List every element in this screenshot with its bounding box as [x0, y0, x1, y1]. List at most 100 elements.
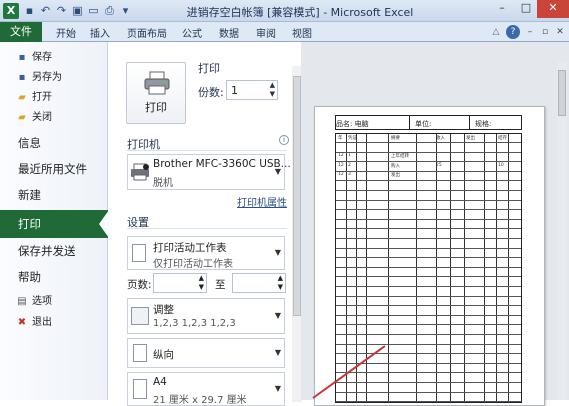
tab-view[interactable]: 视图: [292, 25, 312, 40]
paper-main: A4: [153, 376, 167, 388]
divider: [469, 115, 470, 130]
info-icon[interactable]: i: [279, 135, 289, 145]
printer-name: Brother MFC-3360C USB...: [153, 158, 291, 170]
chevron-down-icon: ▼: [274, 248, 281, 257]
menu-recent[interactable]: 最近所用文件: [0, 158, 108, 180]
paper-icon: [133, 379, 147, 399]
menu-save[interactable]: ▪ 保存: [0, 48, 108, 68]
print-scope-dropdown[interactable]: 打印活动工作表 仅打印活动工作表 ▼: [127, 236, 285, 270]
grid-hline: [336, 209, 521, 211]
tab-data[interactable]: 数据: [219, 25, 239, 40]
menu-close[interactable]: ▰ 关闭: [0, 108, 108, 128]
workbook-restore-icon[interactable]: ▫: [538, 25, 552, 39]
save-icon: ▪: [18, 52, 26, 63]
scrollbar-thumb[interactable]: [558, 70, 566, 116]
paper-size-dropdown[interactable]: A4 21 厘米 x 29.7 厘米 ▼: [127, 372, 285, 406]
grid-hline: [336, 180, 521, 182]
menu-open-label: 打开: [32, 92, 52, 103]
undo-icon[interactable]: ↶: [38, 3, 53, 18]
tab-review[interactable]: 审阅: [256, 25, 276, 40]
divider: [409, 115, 410, 130]
maximize-button[interactable]: □: [514, 0, 538, 18]
print-preview-icon[interactable]: ⎙: [102, 3, 117, 18]
pages-to-stepper[interactable]: ▲ ▼: [232, 273, 286, 293]
grid-hline: [336, 286, 521, 287]
help-icon[interactable]: ?: [506, 25, 520, 39]
pages-label: 页数:: [127, 279, 152, 291]
excel-app-icon[interactable]: X: [3, 3, 19, 19]
new-document-icon[interactable]: ▭: [86, 3, 101, 18]
print-button[interactable]: 打印: [126, 62, 186, 124]
scrollbar-thumb[interactable]: [293, 76, 301, 316]
chevron-down-icon: ▼: [274, 311, 281, 320]
menu-print-active[interactable]: 打印: [0, 210, 109, 238]
menu-exit[interactable]: ✖ 退出: [0, 313, 108, 333]
menu-new[interactable]: 新建: [0, 184, 108, 206]
collate-dropdown[interactable]: 调整 1,2,3 1,2,3 1,2,3 ▼: [127, 298, 285, 334]
pages-from-stepper[interactable]: ▲ ▼: [153, 273, 207, 293]
tab-formulas[interactable]: 公式: [182, 25, 202, 40]
minimize-ribbon-icon[interactable]: △: [489, 25, 503, 39]
backstage-sidebar: ▪ 保存 ▪ 另存为 ▰ 打开 ▰ 关闭 信息 最近所用文件 新建 打印 保存并…: [0, 42, 109, 400]
tab-page-layout[interactable]: 页面布局: [127, 25, 167, 40]
grid-hline: [336, 199, 521, 201]
preview-scrollbar[interactable]: [557, 62, 567, 400]
tab-home[interactable]: 开始: [56, 25, 76, 40]
collate-sub: 1,2,3 1,2,3 1,2,3: [153, 318, 236, 329]
tab-file[interactable]: 文件: [0, 22, 42, 42]
spin-arrows-icon[interactable]: ▲ ▼: [199, 274, 204, 292]
save-as-icon: ▪: [18, 72, 26, 83]
close-button[interactable]: ✕: [537, 0, 569, 18]
pages-to-label: 至: [215, 279, 226, 291]
grid-hline: [336, 142, 521, 143]
grid-hline: [336, 257, 521, 259]
grid-cell: 25: [436, 162, 442, 168]
printer-status: 脱机: [153, 178, 173, 189]
menu-help[interactable]: 帮助: [0, 266, 108, 288]
menu-save-as-label: 另存为: [32, 72, 62, 83]
menu-save-send[interactable]: 保存并发送: [0, 240, 108, 262]
customize-toolbar-icon[interactable]: ▾: [118, 3, 133, 18]
spin-arrows-icon[interactable]: ▲ ▼: [278, 274, 283, 292]
grid-cell: 3: [348, 172, 351, 178]
grid-vline: [436, 134, 437, 402]
orientation-dropdown[interactable]: 纵向 ▼: [127, 338, 285, 368]
scope-main: 打印活动工作表: [153, 242, 227, 254]
printer-small-icon: [131, 163, 149, 181]
grid-hline: [336, 247, 521, 249]
divider: [127, 228, 287, 229]
workbook-close-icon[interactable]: ✕: [553, 25, 567, 39]
print-section-title: 打印: [198, 62, 220, 75]
ribbon-tabs: 文件 开始 插入 页面布局 公式 数据 审阅 视图 △ ? – ▫ ✕: [0, 22, 569, 42]
copies-stepper[interactable]: 1 ▲ ▼: [226, 80, 278, 100]
printer-properties-link[interactable]: 打印机属性: [237, 194, 287, 209]
grid-cell: 12: [338, 153, 344, 158]
grid-hline: [336, 190, 521, 191]
printer-dropdown[interactable]: Brother MFC-3360C USB... 脱机 ▼: [127, 154, 291, 190]
collate-icon: [131, 307, 149, 325]
grid-hline: [336, 295, 521, 297]
grid-cell: 上年结转: [391, 154, 409, 159]
grid-cell: 12: [338, 172, 344, 178]
menu-options[interactable]: ▤ 选项: [0, 292, 108, 312]
grid-col-head: 凭证: [348, 136, 357, 141]
print-preview-area: 品名: 电脑 单位: 规格: 年凭证 摘要 收入 发出 结存 12 1 上年结转 12 2 购入 25…: [301, 42, 569, 406]
workbook-minimize-icon[interactable]: –: [523, 25, 537, 39]
save-quick-icon[interactable]: ▪: [22, 3, 37, 18]
paper-sub: 21 厘米 x 29.7 厘米: [153, 395, 247, 406]
grid-hline: [336, 238, 521, 239]
minimize-button[interactable]: –: [490, 0, 514, 18]
grid-hline: [336, 161, 521, 163]
menu-close-label: 关闭: [32, 112, 52, 123]
tab-insert[interactable]: 插入: [90, 25, 110, 40]
grid-hline: [336, 228, 521, 230]
menu-info[interactable]: 信息: [0, 132, 108, 154]
menu-open[interactable]: ▰ 打开: [0, 88, 108, 108]
spin-arrows-icon[interactable]: ▲ ▼: [270, 81, 275, 99]
redo-icon[interactable]: ↷: [54, 3, 69, 18]
grid-col-head: 年: [338, 136, 343, 141]
title-bar: X ▪ ↶ ↷ ▣ ▭ ⎙ ▾ 进销存空白帐簿 [兼容模式] - Microso…: [0, 0, 569, 22]
menu-save-as[interactable]: ▪ 另存为: [0, 68, 108, 88]
exit-icon: ✖: [17, 317, 27, 328]
quick-save-icon[interactable]: ▣: [70, 3, 85, 18]
